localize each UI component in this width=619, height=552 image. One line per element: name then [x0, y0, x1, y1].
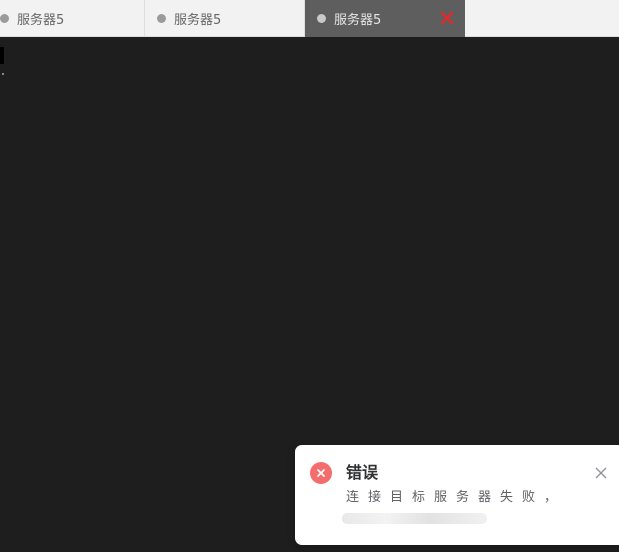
tab-label: 服务器5	[334, 13, 382, 28]
tab-label: 服务器5	[17, 13, 65, 28]
redacted-text	[342, 513, 487, 524]
status-dot-icon	[317, 14, 326, 23]
status-dot-icon	[0, 14, 9, 23]
notification-title: 错误	[346, 463, 379, 482]
error-icon	[310, 462, 332, 484]
app-window: 服务器5 服务器5 服务器5 错误 连接目标服务器失败，	[0, 0, 619, 552]
close-tab-icon[interactable]	[439, 10, 455, 26]
error-notification: 错误 连接目标服务器失败，	[295, 445, 619, 545]
status-dot-icon	[157, 14, 166, 23]
terminal-cursor	[0, 47, 4, 64]
tab-bar: 服务器5 服务器5 服务器5	[0, 0, 619, 37]
tab-server-active[interactable]: 服务器5	[305, 0, 465, 37]
tab-server-1[interactable]: 服务器5	[0, 0, 145, 37]
terminal-dot	[2, 73, 4, 75]
tab-server-2[interactable]: 服务器5	[145, 0, 305, 37]
notification-message: 连接目标服务器失败，	[346, 490, 567, 505]
tab-label: 服务器5	[174, 13, 222, 28]
close-icon[interactable]	[594, 465, 608, 479]
